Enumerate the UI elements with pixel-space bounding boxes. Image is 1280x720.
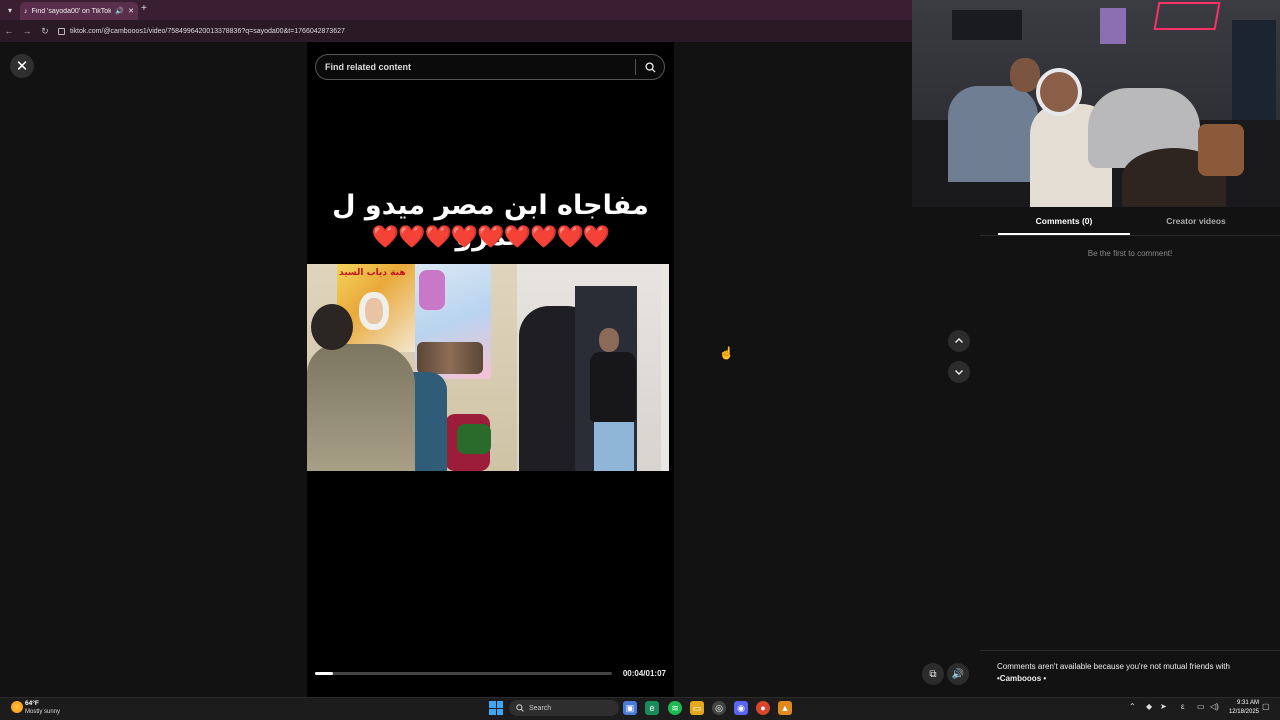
app-icon-orange[interactable]: ▲ — [778, 701, 792, 715]
volume-icon: 🔊 — [951, 668, 965, 680]
close-button[interactable]: ✕ — [10, 54, 34, 78]
windows-start-icon[interactable] — [489, 701, 503, 715]
tray-overflow-icon[interactable]: ⌃ — [1129, 702, 1136, 711]
video-time: 00:04/01:07 — [622, 669, 666, 678]
tab-list-menu-icon[interactable]: ▾ — [4, 4, 16, 16]
panel-divider — [980, 650, 1280, 651]
previous-video-button[interactable] — [948, 330, 970, 352]
weather-sun-icon[interactable] — [11, 701, 23, 713]
taskbar-search[interactable]: Search — [509, 700, 619, 716]
scene-person — [307, 344, 415, 471]
url-text: tiktok.com/@cambooos1/video/758499642001… — [70, 27, 345, 35]
scene-wall-edge — [661, 264, 669, 471]
search-divider — [635, 59, 636, 75]
caption-hearts: ❤️❤️❤️❤️❤️❤️❤️❤️❤️ — [371, 224, 611, 249]
task-view-icon[interactable]: ▣ — [623, 701, 637, 715]
video-progress-fill — [315, 672, 333, 675]
address-bar: ← → ↻ tiktok.com/@cambooos1/video/758499… — [0, 20, 912, 42]
notice-text: Comments aren't available because you're… — [997, 662, 1230, 671]
weather-description[interactable]: Mostly sunny — [25, 709, 60, 715]
telegram-icon[interactable]: ➤ — [1160, 702, 1167, 711]
site-info-icon[interactable] — [58, 27, 65, 35]
cam-shelf — [1232, 20, 1276, 120]
taskbar-search-label: Search — [529, 704, 552, 712]
comments-panel — [980, 207, 1280, 697]
tab-close-icon[interactable]: ✕ — [128, 7, 134, 15]
comments-unavailable-notice: Comments aren't available because you're… — [997, 661, 1257, 685]
picture-in-picture-button[interactable]: ⧉ — [922, 663, 944, 685]
browser-tab[interactable]: ♪ Find 'sayoda00' on TikTok | 🔊 ✕ — [20, 2, 138, 20]
windows-taskbar — [0, 697, 1280, 720]
volume-button[interactable]: 🔊 — [947, 663, 969, 685]
scene-bag — [457, 424, 491, 454]
search-placeholder: Find related content — [325, 62, 412, 72]
tab-divider — [980, 235, 1280, 236]
spotify-icon[interactable]: ≋ — [668, 701, 682, 715]
video-progress-bar[interactable] — [315, 672, 612, 675]
chevron-down-icon — [955, 370, 963, 375]
tab-title: Find 'sayoda00' on TikTok | — [31, 7, 112, 15]
back-icon[interactable]: ← — [0, 22, 18, 40]
volume-tray-icon[interactable]: ◁) — [1210, 702, 1219, 711]
tiktok-favicon-icon: ♪ — [24, 7, 28, 15]
chevron-up-icon — [955, 338, 963, 343]
close-icon: ✕ — [15, 58, 29, 75]
next-video-button[interactable] — [948, 361, 970, 383]
chrome-icon[interactable]: ● — [756, 701, 770, 715]
reload-icon[interactable]: ↻ — [36, 22, 54, 40]
scene-person — [599, 328, 619, 352]
notice-username: •Cambooos • — [997, 674, 1047, 683]
scene-person — [594, 422, 634, 471]
edge-icon[interactable]: e — [645, 701, 659, 715]
clock-time[interactable]: 9:31 AM — [1225, 700, 1259, 706]
app-icon[interactable]: ◎ — [712, 701, 726, 715]
scene-poster-text: هبة دياب السيد — [339, 268, 406, 278]
tab-audio-icon[interactable]: 🔊 — [115, 7, 124, 15]
scene-person — [311, 304, 353, 350]
empty-comments-message: Be the first to comment! — [1087, 249, 1173, 258]
nvidia-icon[interactable]: ◆ — [1146, 702, 1152, 711]
tab-creator-videos[interactable]: Creator videos — [1130, 216, 1262, 235]
streamer-webcam — [912, 0, 1280, 207]
new-tab-button[interactable]: + — [141, 3, 151, 17]
pip-icon: ⧉ — [929, 668, 937, 680]
weather-temperature[interactable]: 64°F — [25, 700, 39, 707]
video-frame-image: هبة دياب السيد — [307, 264, 669, 471]
related-content-search-input[interactable]: Find related content — [315, 54, 665, 80]
url-field[interactable]: tiktok.com/@cambooos1/video/758499642001… — [58, 27, 345, 35]
language-icon[interactable]: ε — [1181, 702, 1185, 711]
scene-poster-face — [359, 292, 389, 330]
cam-neon-logo — [1153, 2, 1221, 30]
notification-icon[interactable]: ▢ — [1262, 702, 1270, 711]
forward-icon[interactable]: → — [18, 22, 36, 40]
cam-shelf — [952, 10, 1022, 40]
discord-icon[interactable]: ◉ — [734, 701, 748, 715]
search-icon — [644, 61, 656, 73]
cam-person — [1036, 68, 1082, 116]
cam-poster — [1100, 8, 1126, 44]
scene-poster-figure — [419, 270, 445, 310]
scene-poster-group — [417, 342, 483, 374]
network-icon[interactable]: ▭ — [1197, 702, 1205, 711]
search-icon — [516, 704, 524, 712]
mouse-cursor-icon: ☝ — [719, 346, 734, 360]
scene-person — [590, 352, 636, 422]
search-button[interactable] — [641, 58, 659, 76]
clock-date[interactable]: 12/18/2025 — [1225, 709, 1259, 715]
cam-chair — [1198, 124, 1244, 176]
cam-person — [948, 86, 1038, 182]
file-explorer-icon[interactable]: ▭ — [690, 701, 704, 715]
